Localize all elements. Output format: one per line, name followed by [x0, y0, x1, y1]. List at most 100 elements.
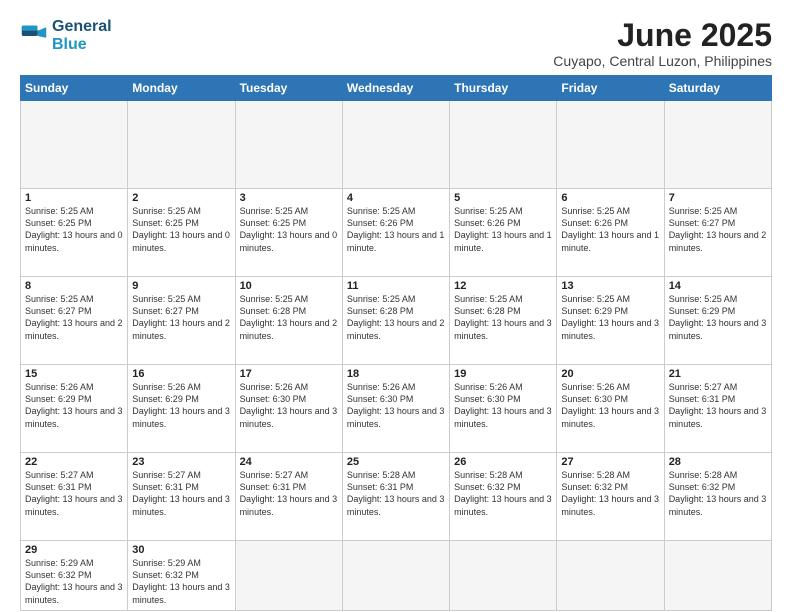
- day-number: 9: [132, 280, 230, 292]
- col-tuesday: Tuesday: [235, 76, 342, 101]
- day-number: 27: [561, 456, 659, 468]
- logo: General Blue: [20, 18, 112, 55]
- table-row: [235, 101, 342, 189]
- cell-info: Sunrise: 5:25 AMSunset: 6:28 PMDaylight:…: [454, 293, 552, 342]
- day-number: 29: [25, 544, 123, 556]
- table-row: 27Sunrise: 5:28 AMSunset: 6:32 PMDayligh…: [557, 453, 664, 541]
- day-number: 4: [347, 192, 445, 204]
- cell-info: Sunrise: 5:28 AMSunset: 6:31 PMDaylight:…: [347, 469, 445, 518]
- cell-info: Sunrise: 5:29 AMSunset: 6:32 PMDaylight:…: [25, 557, 123, 606]
- table-row: 8Sunrise: 5:25 AMSunset: 6:27 PMDaylight…: [21, 277, 128, 365]
- cell-info: Sunrise: 5:26 AMSunset: 6:29 PMDaylight:…: [25, 381, 123, 430]
- table-row: 10Sunrise: 5:25 AMSunset: 6:28 PMDayligh…: [235, 277, 342, 365]
- day-number: 7: [669, 192, 767, 204]
- cell-info: Sunrise: 5:26 AMSunset: 6:30 PMDaylight:…: [561, 381, 659, 430]
- day-number: 20: [561, 368, 659, 380]
- cell-info: Sunrise: 5:25 AMSunset: 6:29 PMDaylight:…: [561, 293, 659, 342]
- col-saturday: Saturday: [664, 76, 771, 101]
- cell-info: Sunrise: 5:28 AMSunset: 6:32 PMDaylight:…: [669, 469, 767, 518]
- cell-info: Sunrise: 5:25 AMSunset: 6:29 PMDaylight:…: [669, 293, 767, 342]
- day-number: 21: [669, 368, 767, 380]
- cell-info: Sunrise: 5:25 AMSunset: 6:25 PMDaylight:…: [25, 205, 123, 254]
- table-row: 18Sunrise: 5:26 AMSunset: 6:30 PMDayligh…: [342, 365, 449, 453]
- col-monday: Monday: [128, 76, 235, 101]
- table-row: 4Sunrise: 5:25 AMSunset: 6:26 PMDaylight…: [342, 189, 449, 277]
- table-row: 14Sunrise: 5:25 AMSunset: 6:29 PMDayligh…: [664, 277, 771, 365]
- table-row: [342, 101, 449, 189]
- table-row: 11Sunrise: 5:25 AMSunset: 6:28 PMDayligh…: [342, 277, 449, 365]
- table-row: 19Sunrise: 5:26 AMSunset: 6:30 PMDayligh…: [450, 365, 557, 453]
- table-row: 22Sunrise: 5:27 AMSunset: 6:31 PMDayligh…: [21, 453, 128, 541]
- logo-text: General: [52, 18, 112, 36]
- month-title: June 2025: [553, 18, 772, 53]
- cell-info: Sunrise: 5:25 AMSunset: 6:25 PMDaylight:…: [240, 205, 338, 254]
- table-row: 26Sunrise: 5:28 AMSunset: 6:32 PMDayligh…: [450, 453, 557, 541]
- day-number: 28: [669, 456, 767, 468]
- day-number: 2: [132, 192, 230, 204]
- table-row: 28Sunrise: 5:28 AMSunset: 6:32 PMDayligh…: [664, 453, 771, 541]
- logo-subtext: Blue: [52, 36, 112, 54]
- table-row: [128, 101, 235, 189]
- table-row: [235, 541, 342, 611]
- cell-info: Sunrise: 5:27 AMSunset: 6:31 PMDaylight:…: [132, 469, 230, 518]
- table-row: 16Sunrise: 5:26 AMSunset: 6:29 PMDayligh…: [128, 365, 235, 453]
- table-row: 20Sunrise: 5:26 AMSunset: 6:30 PMDayligh…: [557, 365, 664, 453]
- table-row: [21, 101, 128, 189]
- cell-info: Sunrise: 5:29 AMSunset: 6:32 PMDaylight:…: [132, 557, 230, 606]
- table-row: [664, 101, 771, 189]
- location: Cuyapo, Central Luzon, Philippines: [553, 53, 772, 69]
- cell-info: Sunrise: 5:28 AMSunset: 6:32 PMDaylight:…: [454, 469, 552, 518]
- page: General Blue June 2025 Cuyapo, Central L…: [0, 0, 792, 612]
- day-number: 23: [132, 456, 230, 468]
- table-row: [664, 541, 771, 611]
- day-number: 13: [561, 280, 659, 292]
- table-row: 3Sunrise: 5:25 AMSunset: 6:25 PMDaylight…: [235, 189, 342, 277]
- cell-info: Sunrise: 5:26 AMSunset: 6:30 PMDaylight:…: [347, 381, 445, 430]
- cell-info: Sunrise: 5:25 AMSunset: 6:26 PMDaylight:…: [347, 205, 445, 254]
- table-row: 5Sunrise: 5:25 AMSunset: 6:26 PMDaylight…: [450, 189, 557, 277]
- table-row: [557, 541, 664, 611]
- table-row: 25Sunrise: 5:28 AMSunset: 6:31 PMDayligh…: [342, 453, 449, 541]
- table-row: 2Sunrise: 5:25 AMSunset: 6:25 PMDaylight…: [128, 189, 235, 277]
- calendar-header-row: Sunday Monday Tuesday Wednesday Thursday…: [21, 76, 772, 101]
- cell-info: Sunrise: 5:25 AMSunset: 6:27 PMDaylight:…: [132, 293, 230, 342]
- day-number: 12: [454, 280, 552, 292]
- cell-info: Sunrise: 5:26 AMSunset: 6:30 PMDaylight:…: [240, 381, 338, 430]
- header: General Blue June 2025 Cuyapo, Central L…: [20, 18, 772, 69]
- cell-info: Sunrise: 5:26 AMSunset: 6:29 PMDaylight:…: [132, 381, 230, 430]
- day-number: 19: [454, 368, 552, 380]
- calendar-table: Sunday Monday Tuesday Wednesday Thursday…: [20, 75, 772, 611]
- cell-info: Sunrise: 5:28 AMSunset: 6:32 PMDaylight:…: [561, 469, 659, 518]
- table-row: [450, 101, 557, 189]
- table-row: [450, 541, 557, 611]
- day-number: 5: [454, 192, 552, 204]
- table-row: 30Sunrise: 5:29 AMSunset: 6:32 PMDayligh…: [128, 541, 235, 611]
- table-row: 29Sunrise: 5:29 AMSunset: 6:32 PMDayligh…: [21, 541, 128, 611]
- table-row: [557, 101, 664, 189]
- cell-info: Sunrise: 5:25 AMSunset: 6:27 PMDaylight:…: [25, 293, 123, 342]
- cell-info: Sunrise: 5:26 AMSunset: 6:30 PMDaylight:…: [454, 381, 552, 430]
- table-row: [342, 541, 449, 611]
- cell-info: Sunrise: 5:25 AMSunset: 6:26 PMDaylight:…: [561, 205, 659, 254]
- day-number: 8: [25, 280, 123, 292]
- day-number: 3: [240, 192, 338, 204]
- day-number: 24: [240, 456, 338, 468]
- table-row: 13Sunrise: 5:25 AMSunset: 6:29 PMDayligh…: [557, 277, 664, 365]
- day-number: 26: [454, 456, 552, 468]
- table-row: 15Sunrise: 5:26 AMSunset: 6:29 PMDayligh…: [21, 365, 128, 453]
- day-number: 25: [347, 456, 445, 468]
- cell-info: Sunrise: 5:27 AMSunset: 6:31 PMDaylight:…: [240, 469, 338, 518]
- cell-info: Sunrise: 5:25 AMSunset: 6:25 PMDaylight:…: [132, 205, 230, 254]
- cell-info: Sunrise: 5:25 AMSunset: 6:28 PMDaylight:…: [347, 293, 445, 342]
- table-row: 24Sunrise: 5:27 AMSunset: 6:31 PMDayligh…: [235, 453, 342, 541]
- col-wednesday: Wednesday: [342, 76, 449, 101]
- table-row: 17Sunrise: 5:26 AMSunset: 6:30 PMDayligh…: [235, 365, 342, 453]
- cell-info: Sunrise: 5:25 AMSunset: 6:27 PMDaylight:…: [669, 205, 767, 254]
- day-number: 14: [669, 280, 767, 292]
- cell-info: Sunrise: 5:25 AMSunset: 6:26 PMDaylight:…: [454, 205, 552, 254]
- table-row: 9Sunrise: 5:25 AMSunset: 6:27 PMDaylight…: [128, 277, 235, 365]
- col-friday: Friday: [557, 76, 664, 101]
- table-row: 21Sunrise: 5:27 AMSunset: 6:31 PMDayligh…: [664, 365, 771, 453]
- day-number: 10: [240, 280, 338, 292]
- cell-info: Sunrise: 5:27 AMSunset: 6:31 PMDaylight:…: [669, 381, 767, 430]
